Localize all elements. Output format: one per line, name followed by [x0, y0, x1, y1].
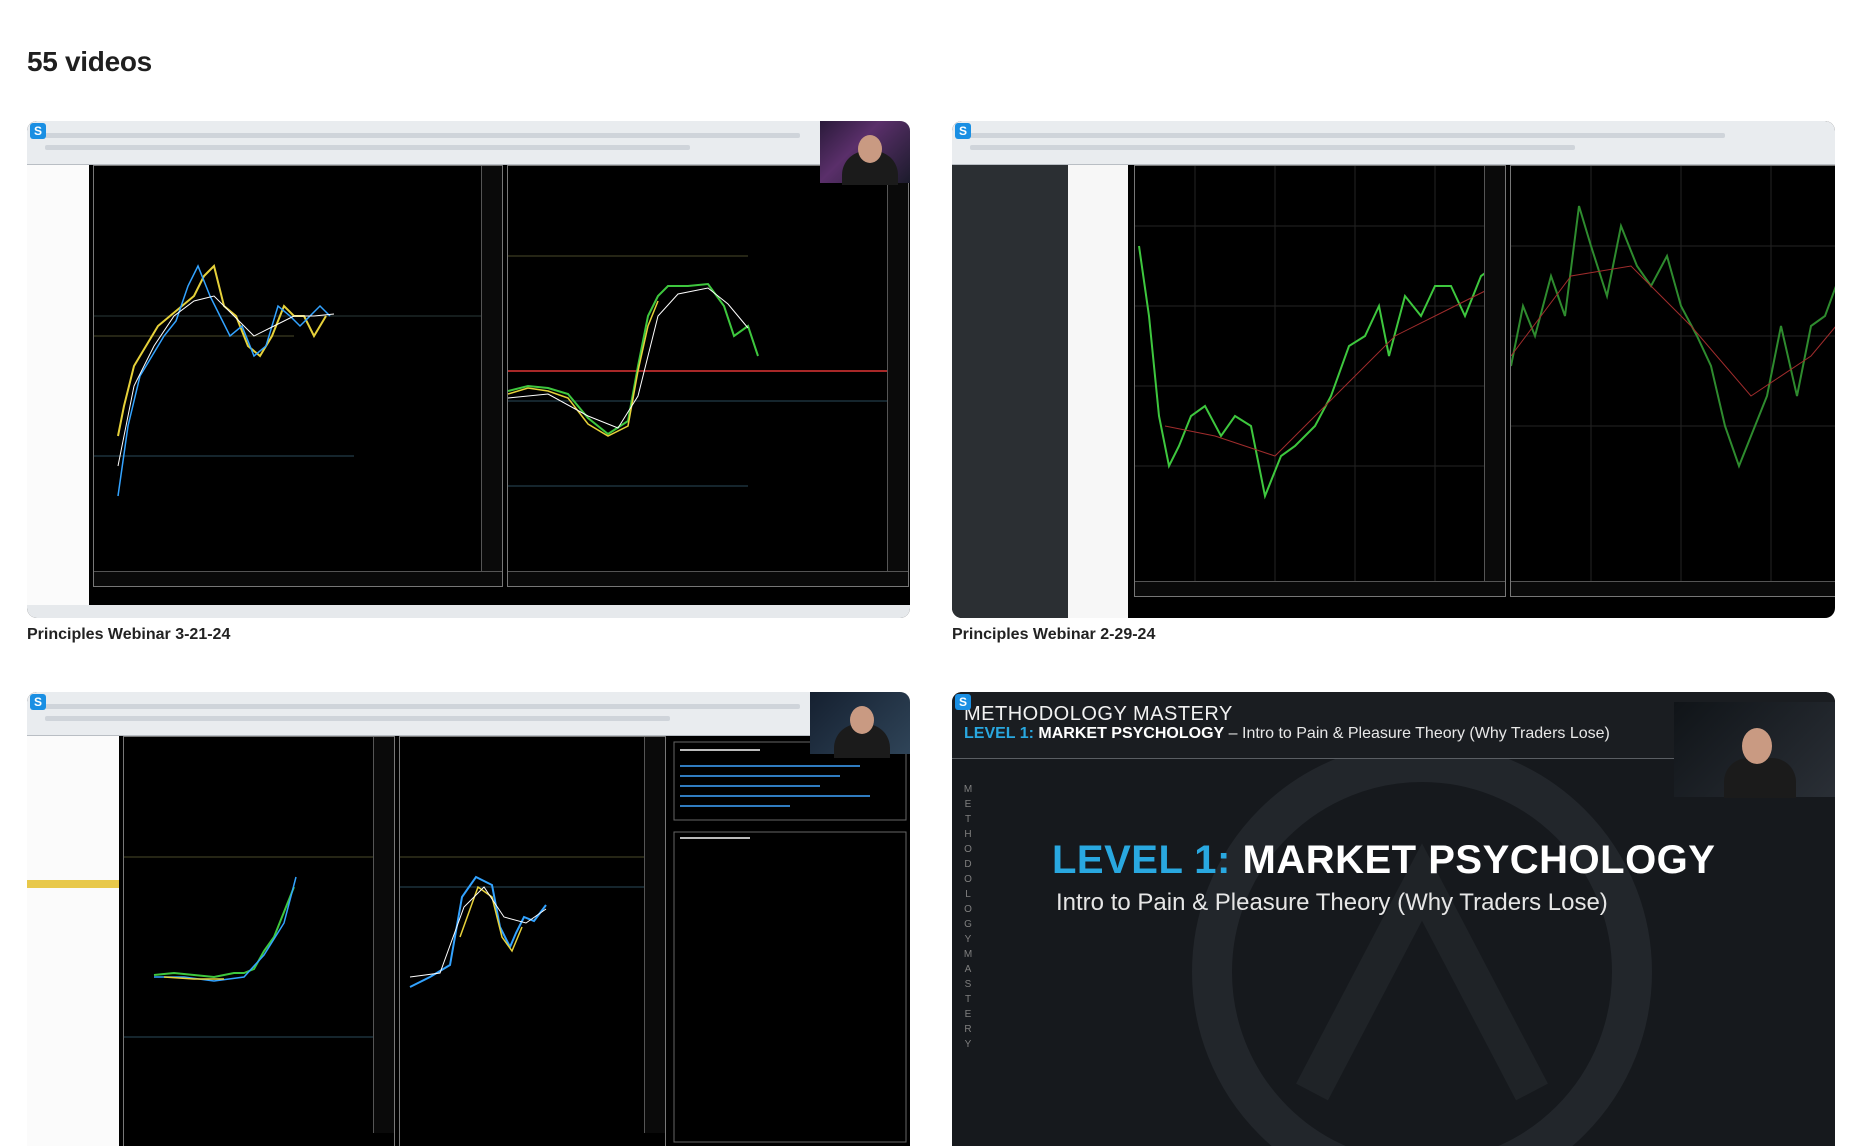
streamyard-s-icon: S	[30, 123, 46, 139]
video-thumbnail[interactable]: S	[27, 692, 910, 1146]
webcam-overlay	[820, 121, 910, 185]
video-title[interactable]: Principles Webinar 3-21-24	[27, 626, 910, 644]
price-chart	[507, 165, 909, 587]
price-chart	[399, 736, 666, 1146]
video-card[interactable]: S	[27, 692, 910, 1146]
video-card[interactable]: S Principles Webinar 2-29-24	[952, 121, 1835, 644]
navigator-panel	[1068, 165, 1128, 618]
price-chart	[123, 736, 395, 1146]
video-thumbnail[interactable]: METHODOLOGY MASTERY LEVEL 1: MARKET PSYC…	[952, 692, 1835, 1146]
webcam-overlay	[1674, 702, 1835, 798]
price-chart	[93, 165, 503, 587]
price-chart	[1510, 165, 1835, 597]
series-title: METHODOLOGY MASTERY	[964, 703, 1233, 725]
vertical-series-label: METHODOLOGY MASTERY	[963, 784, 973, 1050]
video-thumbnail[interactable]: S	[952, 121, 1835, 618]
trade-panel	[952, 165, 1068, 618]
streamyard-s-icon: S	[955, 123, 971, 139]
video-count-heading: 55 videos	[27, 46, 152, 77]
streamyard-s-icon: S	[30, 694, 46, 710]
slide-subtitle-bar: LEVEL 1: MARKET PSYCHOLOGY – Intro to Pa…	[964, 725, 1610, 742]
video-thumbnail[interactable]: S	[27, 121, 910, 618]
streamyard-s-icon: S	[955, 694, 971, 710]
price-chart	[1134, 165, 1506, 597]
market-watch-panel	[27, 165, 89, 605]
slide-description: Intro to Pain & Pleasure Theory (Why Tra…	[1056, 889, 1608, 916]
webcam-overlay	[810, 692, 910, 758]
ats-assistant-panel	[670, 736, 910, 1146]
market-watch-panel	[27, 736, 119, 1146]
video-card[interactable]: METHODOLOGY MASTERY LEVEL 1: MARKET PSYC…	[952, 692, 1835, 1146]
slide-heading: LEVEL 1: MARKET PSYCHOLOGY	[1052, 838, 1716, 882]
video-title[interactable]: Principles Webinar 2-29-24	[952, 626, 1835, 644]
video-card[interactable]: S Principles Webinar 3-21-24	[27, 121, 910, 644]
